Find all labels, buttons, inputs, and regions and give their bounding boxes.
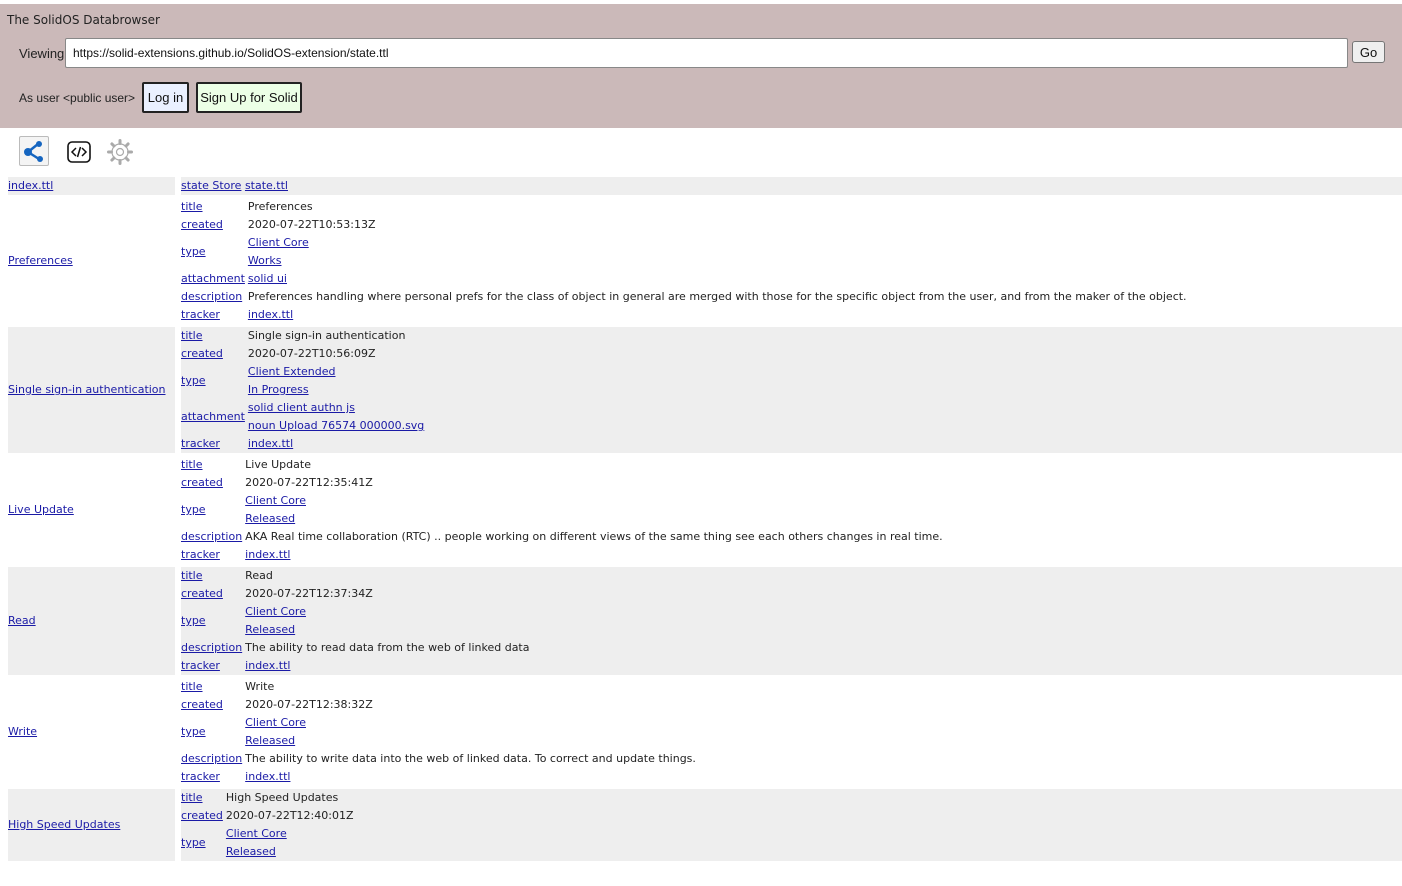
predicate-link[interactable]: title [181,680,203,693]
property-table: title Single sign-in authentication create… [181,327,424,453]
outline-row: Live Update title Live Update created 2020-0… [8,456,1402,564]
value-text: 2020-07-22T12:40:01Z [225,809,354,822]
gear-icon[interactable] [105,137,135,167]
property-table: title Read created 2020-07-22T12:37:34Z type… [181,567,530,675]
subject-link[interactable]: Live Update [8,503,74,516]
predicate-link[interactable]: tracker [181,548,220,561]
outline-row: index.ttl state Store state.ttl [8,177,1402,195]
value-text: The ability to read data from the web of… [245,641,530,654]
value-text: 2020-07-22T12:38:32Z [245,698,373,711]
outline-row: Preferences title Preferences created 2020-0… [8,198,1402,324]
signup-button[interactable]: Sign Up for Solid [196,82,302,113]
predicate-link[interactable]: created [181,587,223,600]
outline-row: Write title Write created 2020-07-22T12:38:3… [8,678,1402,786]
predicate-link[interactable]: created [181,218,223,231]
predicate-link[interactable]: title [181,569,203,582]
value-link[interactable]: Client Core [245,716,306,729]
predicate-link[interactable]: description [181,752,242,765]
predicate-link[interactable]: tracker [181,308,220,321]
predicate-link[interactable]: title [181,791,203,804]
object-link[interactable]: state.ttl [245,179,288,192]
value-link[interactable]: index.ttl [245,770,290,783]
outline-view-icon[interactable] [19,136,49,166]
go-button[interactable]: Go [1352,41,1385,63]
login-button[interactable]: Log in [142,82,189,113]
value-link[interactable]: index.ttl [248,308,293,321]
value-text: AKA Real time collaboration (RTC) .. peo… [245,530,943,543]
top-bar: The SolidOS Databrowser Viewing Go As us… [0,4,1402,128]
value-link[interactable]: index.ttl [245,659,290,672]
value-text: The ability to write data into the web o… [245,752,696,765]
predicate-link[interactable]: type [181,614,206,627]
value-link[interactable]: noun Upload 76574 000000.svg [248,419,424,432]
subject-link[interactable]: Write [8,725,37,738]
predicate-link[interactable]: attachment [181,272,245,285]
predicate-link[interactable]: created [181,809,223,822]
property-table: title Preferences created 2020-07-22T10:53:… [181,198,1187,324]
value-text: 2020-07-22T10:53:13Z [247,218,376,231]
predicate-link[interactable]: description [181,641,242,654]
predicate-link[interactable]: created [181,476,223,489]
value-link[interactable]: solid ui [248,272,287,285]
predicate-link[interactable]: description [181,530,242,543]
user-label: As user <public user> [19,91,136,105]
outline-row: Single sign-in authentication title Single… [8,327,1402,453]
subject-link[interactable]: High Speed Updates [8,818,120,831]
predicate-link[interactable]: type [181,725,206,738]
predicate-link[interactable]: title [181,458,203,471]
predicate-link[interactable]: type [181,374,206,387]
viewing-label: Viewing [19,46,65,61]
value-text: 2020-07-22T12:35:41Z [245,476,373,489]
predicate-link[interactable]: created [181,347,223,360]
value-link[interactable]: Released [245,734,295,747]
value-link[interactable]: index.ttl [248,437,293,450]
value-link[interactable]: index.ttl [245,548,290,561]
predicate-link[interactable]: created [181,698,223,711]
subject-link[interactable]: Read [8,614,36,627]
property-table: title Live Update created 2020-07-22T12:35:… [181,456,943,564]
value-link[interactable]: Client Core [248,236,309,249]
value-text: Preferences [247,200,313,213]
value-text: 2020-07-22T12:37:34Z [245,587,373,600]
predicate-link[interactable]: state Store [181,179,241,192]
url-input[interactable] [65,38,1348,68]
value-text: Preferences handling where personal pref… [247,290,1187,303]
property-table: title High Speed Updates created 2020-07-22… [181,789,354,861]
value-link[interactable]: Client Extended [248,365,336,378]
predicate-link[interactable]: tracker [181,437,220,450]
source-code-icon[interactable] [64,137,94,167]
predicate-link[interactable]: tracker [181,770,220,783]
value-text: Write [245,680,275,693]
property-table: title Write created 2020-07-22T12:38:32Z typ… [181,678,696,786]
value-link[interactable]: Released [245,512,295,525]
subject-link[interactable]: Preferences [8,254,73,267]
value-link[interactable]: Released [226,845,276,858]
subject-link[interactable]: index.ttl [8,179,53,192]
predicate-link[interactable]: title [181,200,203,213]
value-link[interactable]: Client Core [245,494,306,507]
value-link[interactable]: solid client authn js [248,401,355,414]
predicate-link[interactable]: description [181,290,242,303]
outline-row: High Speed Updates title High Speed Update… [8,789,1402,861]
outline-row: Read title Read created 2020-07-22T12:37:34Z… [8,567,1402,675]
value-link[interactable]: Client Core [245,605,306,618]
predicate-link[interactable]: tracker [181,659,220,672]
app-title: The SolidOS Databrowser [7,13,160,27]
predicate-link[interactable]: title [181,329,203,342]
value-text: Read [245,569,273,582]
predicate-link[interactable]: type [181,245,206,258]
predicate-link[interactable]: attachment [181,410,245,423]
subject-link[interactable]: Single sign-in authentication [8,383,166,396]
value-link[interactable]: In Progress [248,383,309,396]
predicate-link[interactable]: type [181,503,206,516]
outline-table: index.ttl state Store state.ttl Preferen… [8,177,1402,861]
value-link[interactable]: Works [248,254,282,267]
value-text: Live Update [245,458,311,471]
value-text: 2020-07-22T10:56:09Z [247,347,376,360]
value-link[interactable]: Released [245,623,295,636]
value-text: High Speed Updates [225,791,339,804]
value-text: Single sign-in authentication [247,329,406,342]
predicate-link[interactable]: type [181,836,206,849]
value-link[interactable]: Client Core [226,827,287,840]
